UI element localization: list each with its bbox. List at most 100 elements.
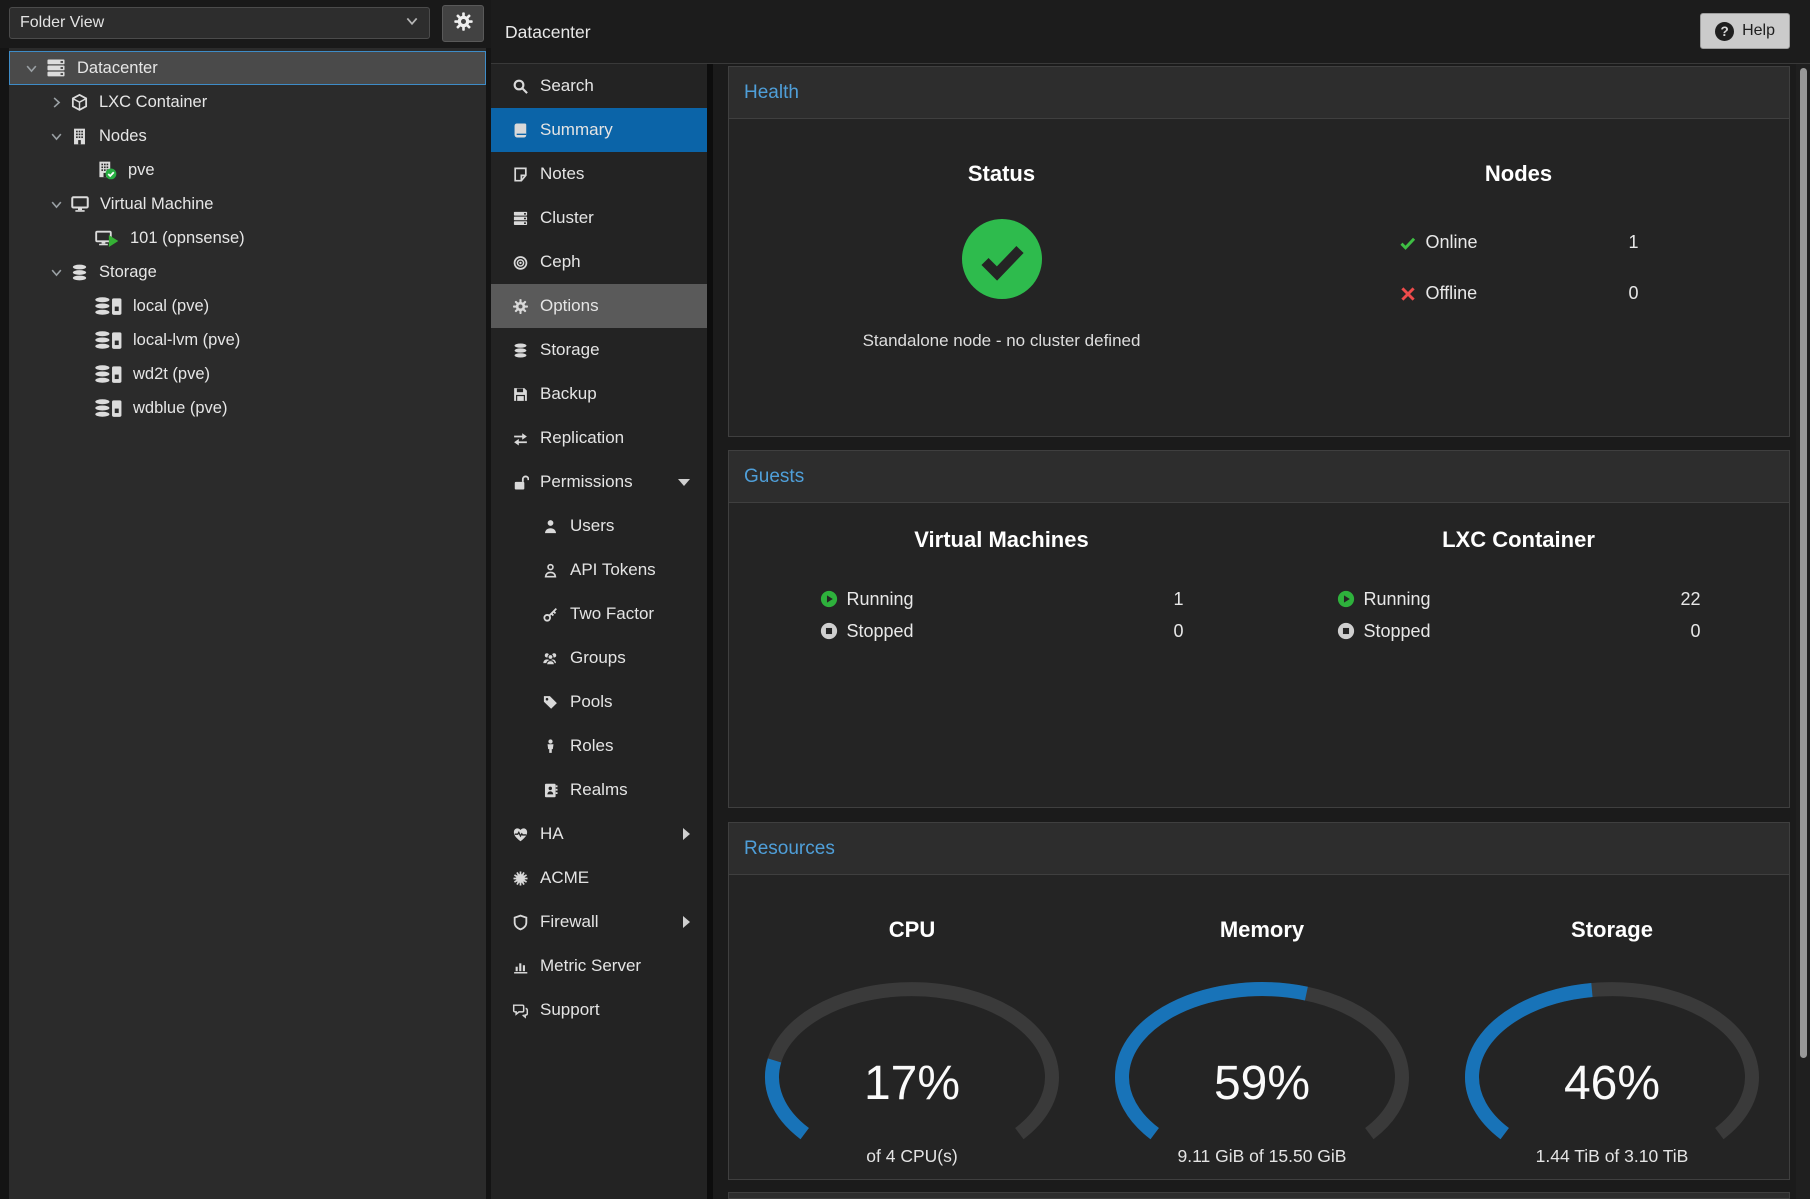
tree-item-datacenter[interactable]: Datacenter [9,51,486,85]
tree-item-storage-wdblue[interactable]: wdblue (pve) [9,391,486,425]
nav-item-notes[interactable]: Notes [491,152,707,196]
nav-item-cluster[interactable]: Cluster [491,196,707,240]
check-icon [1399,234,1417,252]
nav-item-replication[interactable]: Replication [491,416,707,460]
nav-item-acme[interactable]: ACME [491,856,707,900]
caret-down-icon[interactable] [24,62,38,75]
nav-item-label: Pools [570,692,613,712]
content-scrollbar[interactable] [1796,64,1810,1199]
caret-down-icon[interactable] [49,266,63,279]
node-state-label: Offline [1426,283,1478,304]
nav-item-options[interactable]: Options [491,284,707,328]
cpu-detail: of 4 CPU(s) [732,1146,1092,1167]
caret-down-icon[interactable] [49,130,63,143]
nav-item-roles[interactable]: Roles [491,724,707,768]
nav-item-support[interactable]: Support [491,988,707,1032]
caret-down-icon[interactable] [49,198,63,211]
lxc-heading: LXC Container [1266,527,1771,553]
next-panel-sliver [728,1192,1790,1199]
vm-heading: Virtual Machines [749,527,1254,553]
gear-icon [510,298,530,315]
nav-item-two-factor[interactable]: Two Factor [491,592,707,636]
nav-item-permissions[interactable]: Permissions [491,460,707,504]
guest-state-label: Running [847,589,914,610]
unlock-icon [510,474,530,491]
replication-arrows-icon [510,430,530,447]
nav-item-groups[interactable]: Groups [491,636,707,680]
node-state-value: 1 [1628,232,1638,253]
nodes-status-column: Nodes Online 1 Offline 0 [1266,119,1771,351]
server-stack-icon [510,210,530,227]
table-row: Running 22 [1337,583,1701,615]
memory-gauge: 59% 9.11 GiB of 15.50 GiB [1112,974,1412,1174]
nav-item-label: Notes [540,164,584,184]
nav-item-label: ACME [540,868,589,888]
summary-content: Health Status Standalone node - no clust… [713,64,1810,1199]
nav-item-search[interactable]: Search [491,64,707,108]
help-button[interactable]: ? Help [1700,13,1790,49]
nav-item-storage[interactable]: Storage [491,328,707,372]
tree-item-storage-local-lvm[interactable]: local-lvm (pve) [9,323,486,357]
database-icon [70,263,89,282]
storage-detail: 1.44 TiB of 3.10 TiB [1432,1146,1792,1167]
content-header: Datacenter ? Help [491,0,1810,64]
virtual-machines-column: Virtual Machines Running 1 Stopped 0 [749,503,1254,647]
guests-panel: Guests Virtual Machines Running 1 Stoppe… [728,450,1790,808]
tree-settings-button[interactable] [442,5,484,42]
tree-item-lxc-container[interactable]: LXC Container [9,85,486,119]
nav-item-label: Two Factor [570,604,654,624]
tree-item-storage-local[interactable]: local (pve) [9,289,486,323]
nav-item-label: Summary [540,120,613,140]
tree-item-virtual-machine[interactable]: Virtual Machine [9,187,486,221]
tree-item-vm-101[interactable]: 101 (opnsense) [9,221,486,255]
vm-table: Running 1 Stopped 0 [820,583,1184,647]
lxc-container-column: LXC Container Running 22 Stopped 0 [1266,503,1771,647]
nav-item-label: Firewall [540,912,599,932]
resources-panel: Resources CPU 17% of 4 CPU(s) Memory [728,822,1790,1180]
nav-item-ceph[interactable]: Ceph [491,240,707,284]
address-book-icon [540,782,560,799]
view-mode-select[interactable]: Folder View [9,7,430,39]
nav-item-label: Backup [540,384,597,404]
memory-detail: 9.11 GiB of 15.50 GiB [1082,1146,1442,1167]
storage-gauge-column: Storage 46% 1.44 TiB of 3.10 TiB [1437,875,1787,1174]
users-group-icon [540,650,560,667]
health-panel: Health Status Standalone node - no clust… [728,66,1790,437]
nav-item-label: Metric Server [540,956,641,976]
nav-item-api-tokens[interactable]: API Tokens [491,548,707,592]
nav-item-summary[interactable]: Summary [491,108,707,152]
note-icon [510,166,530,183]
building-icon [70,127,89,146]
nav-item-users[interactable]: Users [491,504,707,548]
guest-state-label: Running [1364,589,1431,610]
nav-item-firewall[interactable]: Firewall [491,900,707,944]
storage-drive-icon [94,330,123,350]
scrollbar-thumb[interactable] [1800,68,1807,1058]
nav-item-label: Ceph [540,252,581,272]
nav-item-metric-server[interactable]: Metric Server [491,944,707,988]
nav-item-label: Cluster [540,208,594,228]
nav-item-backup[interactable]: Backup [491,372,707,416]
caret-right-icon[interactable] [49,96,63,109]
tree-item-pve[interactable]: pve [9,153,486,187]
nav-item-pools[interactable]: Pools [491,680,707,724]
tree-item-label: wdblue (pve) [133,399,227,418]
cube-icon [70,93,89,112]
nav-item-realms[interactable]: Realms [491,768,707,812]
heartbeat-icon [510,826,530,843]
tree-item-label: Storage [99,263,157,282]
view-mode-label: Folder View [20,14,104,32]
datacenter-nav: Search Summary Notes Cluster Ceph Option… [491,64,707,1199]
tree-item-nodes[interactable]: Nodes [9,119,486,153]
cross-icon [1399,285,1417,303]
guest-state-label: Stopped [1364,621,1431,642]
comments-icon [510,1002,530,1019]
nodes-heading: Nodes [1266,161,1771,187]
cpu-percent: 17% [762,1056,1062,1111]
tree-item-storage-wd2t[interactable]: wd2t (pve) [9,357,486,391]
tree-item-label: wd2t (pve) [133,365,210,384]
tree-item-storage[interactable]: Storage [9,255,486,289]
nav-item-ha[interactable]: HA [491,812,707,856]
certificate-burst-icon [510,870,530,887]
expand-down-icon [678,479,690,486]
